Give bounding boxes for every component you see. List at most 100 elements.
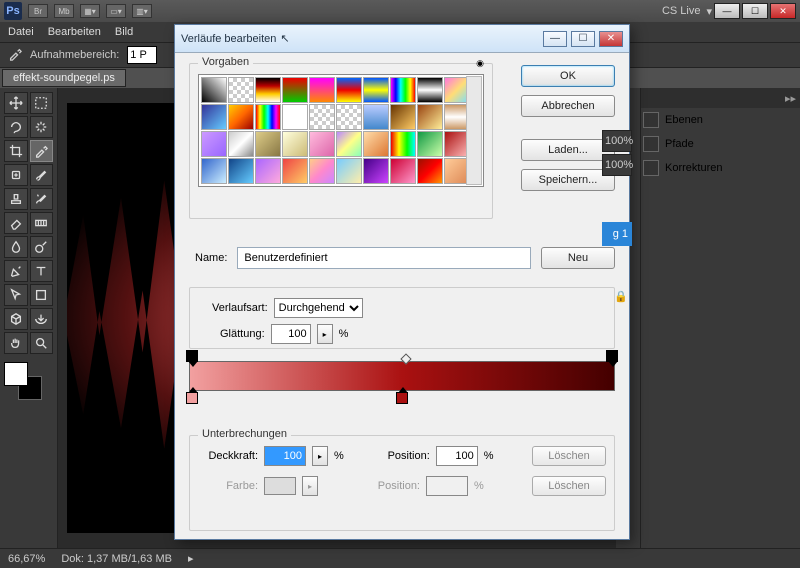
- dodge-tool[interactable]: [30, 236, 54, 258]
- preset-swatch[interactable]: [255, 104, 281, 130]
- preset-swatch[interactable]: [282, 77, 308, 103]
- preset-swatch[interactable]: [363, 77, 389, 103]
- foreground-color[interactable]: [4, 362, 28, 386]
- zoom-tool[interactable]: [30, 332, 54, 354]
- preset-swatch[interactable]: [201, 104, 227, 130]
- preset-swatch[interactable]: [309, 104, 335, 130]
- color-swatches[interactable]: [4, 362, 42, 400]
- document-tab[interactable]: effekt-soundpegel.ps: [2, 69, 126, 87]
- preset-swatch[interactable]: [417, 158, 443, 184]
- cancel-button[interactable]: Abbrechen: [521, 95, 615, 117]
- wand-tool[interactable]: [30, 116, 54, 138]
- screen-mode-icon[interactable]: ▦▾: [80, 4, 100, 18]
- eyedropper-tool[interactable]: [30, 140, 54, 162]
- menu-edit[interactable]: Bearbeiten: [48, 26, 101, 38]
- preset-swatch[interactable]: [255, 158, 281, 184]
- move-tool[interactable]: [4, 92, 28, 114]
- preset-swatch[interactable]: [309, 131, 335, 157]
- close-button[interactable]: ✕: [770, 3, 796, 19]
- dialog-titlebar[interactable]: Verläufe bearbeiten ↖ — ☐ ✕: [175, 25, 629, 53]
- dialog-minimize-button[interactable]: —: [543, 31, 567, 47]
- preset-scrollbar[interactable]: [466, 76, 482, 185]
- preset-swatch[interactable]: [255, 77, 281, 103]
- preset-swatch[interactable]: [390, 104, 416, 130]
- menu-file[interactable]: Datei: [8, 26, 34, 38]
- preset-swatch[interactable]: [282, 104, 308, 130]
- opacity-stop-right[interactable]: [606, 350, 618, 362]
- path-select-tool[interactable]: [4, 284, 28, 306]
- preset-swatch[interactable]: [201, 131, 227, 157]
- preset-swatch[interactable]: [417, 77, 443, 103]
- new-button[interactable]: Neu: [541, 247, 615, 269]
- dialog-close-button[interactable]: ✕: [599, 31, 623, 47]
- color-stop-left[interactable]: [186, 392, 198, 404]
- blur-tool[interactable]: [4, 236, 28, 258]
- minimize-button[interactable]: —: [714, 3, 740, 19]
- lasso-tool[interactable]: [4, 116, 28, 138]
- marquee-tool[interactable]: [30, 92, 54, 114]
- preset-swatch[interactable]: [336, 77, 362, 103]
- cs-live-label[interactable]: CS Live: [662, 5, 701, 17]
- preset-swatch[interactable]: [390, 158, 416, 184]
- presets-menu-icon[interactable]: ◉: [476, 58, 484, 69]
- gradient-bar[interactable]: [189, 361, 615, 391]
- smoothness-stepper[interactable]: ▸: [317, 324, 333, 344]
- eraser-tool[interactable]: [4, 212, 28, 234]
- dialog-maximize-button[interactable]: ☐: [571, 31, 595, 47]
- ok-button[interactable]: OK: [521, 65, 615, 87]
- pen-tool[interactable]: [4, 260, 28, 282]
- 3d-camera-tool[interactable]: [30, 308, 54, 330]
- preset-swatch[interactable]: [417, 104, 443, 130]
- preset-swatch[interactable]: [228, 104, 254, 130]
- color-stop-mid[interactable]: [396, 392, 408, 404]
- position-input[interactable]: [436, 446, 478, 466]
- preset-swatch[interactable]: [228, 158, 254, 184]
- panel-pfade[interactable]: Pfade: [641, 132, 800, 156]
- preset-swatch[interactable]: [282, 158, 308, 184]
- preset-swatch[interactable]: [228, 77, 254, 103]
- crop-tool[interactable]: [4, 140, 28, 162]
- zoom-level[interactable]: 66,67%: [8, 553, 45, 565]
- menu-image[interactable]: Bild: [115, 26, 133, 38]
- preset-swatch[interactable]: [201, 158, 227, 184]
- preset-swatch[interactable]: [336, 104, 362, 130]
- sample-size-input[interactable]: [127, 46, 157, 64]
- status-arrow-icon[interactable]: ▸: [188, 552, 194, 565]
- preset-swatch[interactable]: [336, 158, 362, 184]
- shape-tool[interactable]: [30, 284, 54, 306]
- panel-ebenen[interactable]: Ebenen: [641, 108, 800, 132]
- brush-tool[interactable]: [30, 164, 54, 186]
- arrange-icon[interactable]: ▥▾: [132, 4, 152, 18]
- smoothness-input[interactable]: [271, 324, 311, 344]
- history-brush-tool[interactable]: [30, 188, 54, 210]
- preset-swatch[interactable]: [363, 104, 389, 130]
- opacity-input[interactable]: [264, 446, 306, 466]
- preset-swatch[interactable]: [255, 131, 281, 157]
- opacity-stop-left[interactable]: [186, 350, 198, 362]
- preset-swatch[interactable]: [390, 131, 416, 157]
- midpoint-diamond[interactable]: [400, 353, 411, 364]
- bridge-icon[interactable]: Br: [28, 4, 48, 18]
- preset-swatch[interactable]: [201, 77, 227, 103]
- preset-swatch[interactable]: [309, 158, 335, 184]
- healing-tool[interactable]: [4, 164, 28, 186]
- zoom-level-icon[interactable]: ▭▾: [106, 4, 126, 18]
- hand-tool[interactable]: [4, 332, 28, 354]
- gradient-tool[interactable]: [30, 212, 54, 234]
- panel-collapse-icon[interactable]: ▸▸: [641, 88, 800, 108]
- type-tool[interactable]: [30, 260, 54, 282]
- minibridge-icon[interactable]: Mb: [54, 4, 74, 18]
- selected-layer-fragment[interactable]: g 1: [602, 222, 632, 246]
- delete-opacity-stop-button[interactable]: Löschen: [532, 446, 606, 466]
- preset-swatch[interactable]: [228, 131, 254, 157]
- load-button[interactable]: Laden...: [521, 139, 615, 161]
- save-button[interactable]: Speichern...: [521, 169, 615, 191]
- preset-swatch[interactable]: [336, 131, 362, 157]
- gradient-type-select[interactable]: Durchgehend: [274, 298, 363, 318]
- opacity-stepper[interactable]: ▸: [312, 446, 328, 466]
- preset-swatch[interactable]: [282, 131, 308, 157]
- name-input[interactable]: [237, 247, 531, 269]
- preset-swatch[interactable]: [309, 77, 335, 103]
- 3d-tool[interactable]: [4, 308, 28, 330]
- preset-swatch[interactable]: [390, 77, 416, 103]
